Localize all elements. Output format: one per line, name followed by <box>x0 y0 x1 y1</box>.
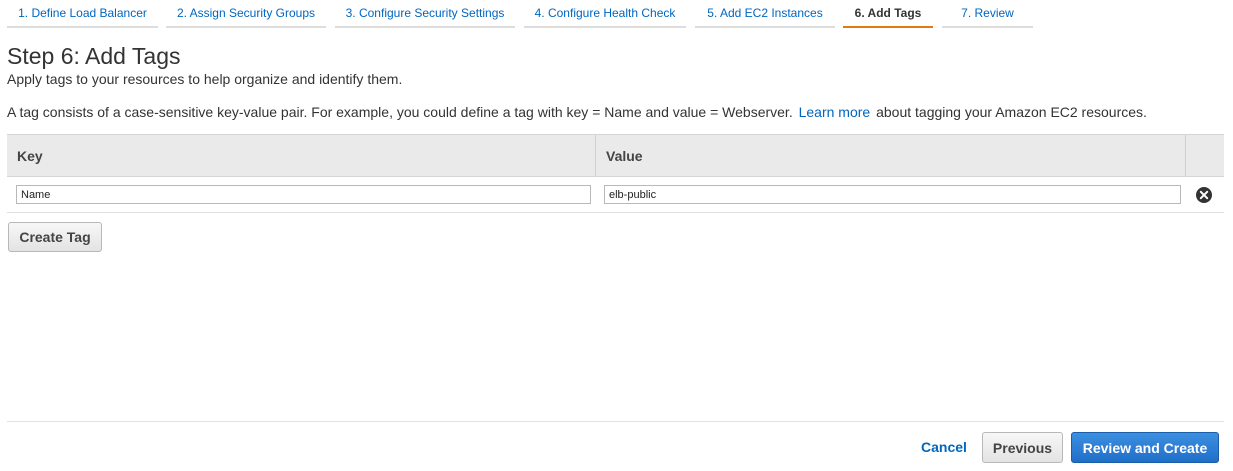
key-column-header: Key <box>17 148 43 164</box>
tags-table: Key Value <box>7 134 1224 213</box>
step-tab-configure-health-check[interactable]: 4. Configure Health Check <box>524 0 686 28</box>
step-tab-add-tags[interactable]: 6. Add Tags <box>843 0 933 28</box>
create-tag-button[interactable]: Create Tag <box>8 222 102 252</box>
page-title: Step 6: Add Tags <box>7 43 181 69</box>
previous-button[interactable]: Previous <box>982 432 1063 463</box>
learn-more-link[interactable]: Learn more <box>799 104 871 120</box>
review-and-create-button[interactable]: Review and Create <box>1071 432 1219 463</box>
tag-key-input[interactable] <box>16 185 591 204</box>
tag-info-text: A tag consists of a case-sensitive key-v… <box>7 104 1147 120</box>
table-header: Key Value <box>7 134 1224 177</box>
cancel-link[interactable]: Cancel <box>921 439 967 455</box>
step-tab-review[interactable]: 7. Review <box>942 0 1033 28</box>
step-tab-configure-security-settings[interactable]: 3. Configure Security Settings <box>335 0 515 28</box>
step-tab-define-load-balancer[interactable]: 1. Define Load Balancer <box>7 0 158 28</box>
tag-value-input[interactable] <box>604 185 1181 204</box>
wizard-steps: 1. Define Load Balancer 2. Assign Securi… <box>0 0 1233 28</box>
tag-info-suffix: about tagging your Amazon EC2 resources. <box>876 104 1147 120</box>
table-row <box>7 177 1224 213</box>
actions-column-header <box>1185 135 1224 176</box>
footer-divider <box>7 421 1224 422</box>
value-column-header: Value <box>595 135 1185 176</box>
step-tab-add-ec2-instances[interactable]: 5. Add EC2 Instances <box>695 0 835 28</box>
tag-info-prefix: A tag consists of a case-sensitive key-v… <box>7 104 793 120</box>
page-subtitle: Apply tags to your resources to help org… <box>7 71 403 87</box>
remove-circle-x-icon[interactable] <box>1195 186 1213 204</box>
step-tab-assign-security-groups[interactable]: 2. Assign Security Groups <box>166 0 326 28</box>
